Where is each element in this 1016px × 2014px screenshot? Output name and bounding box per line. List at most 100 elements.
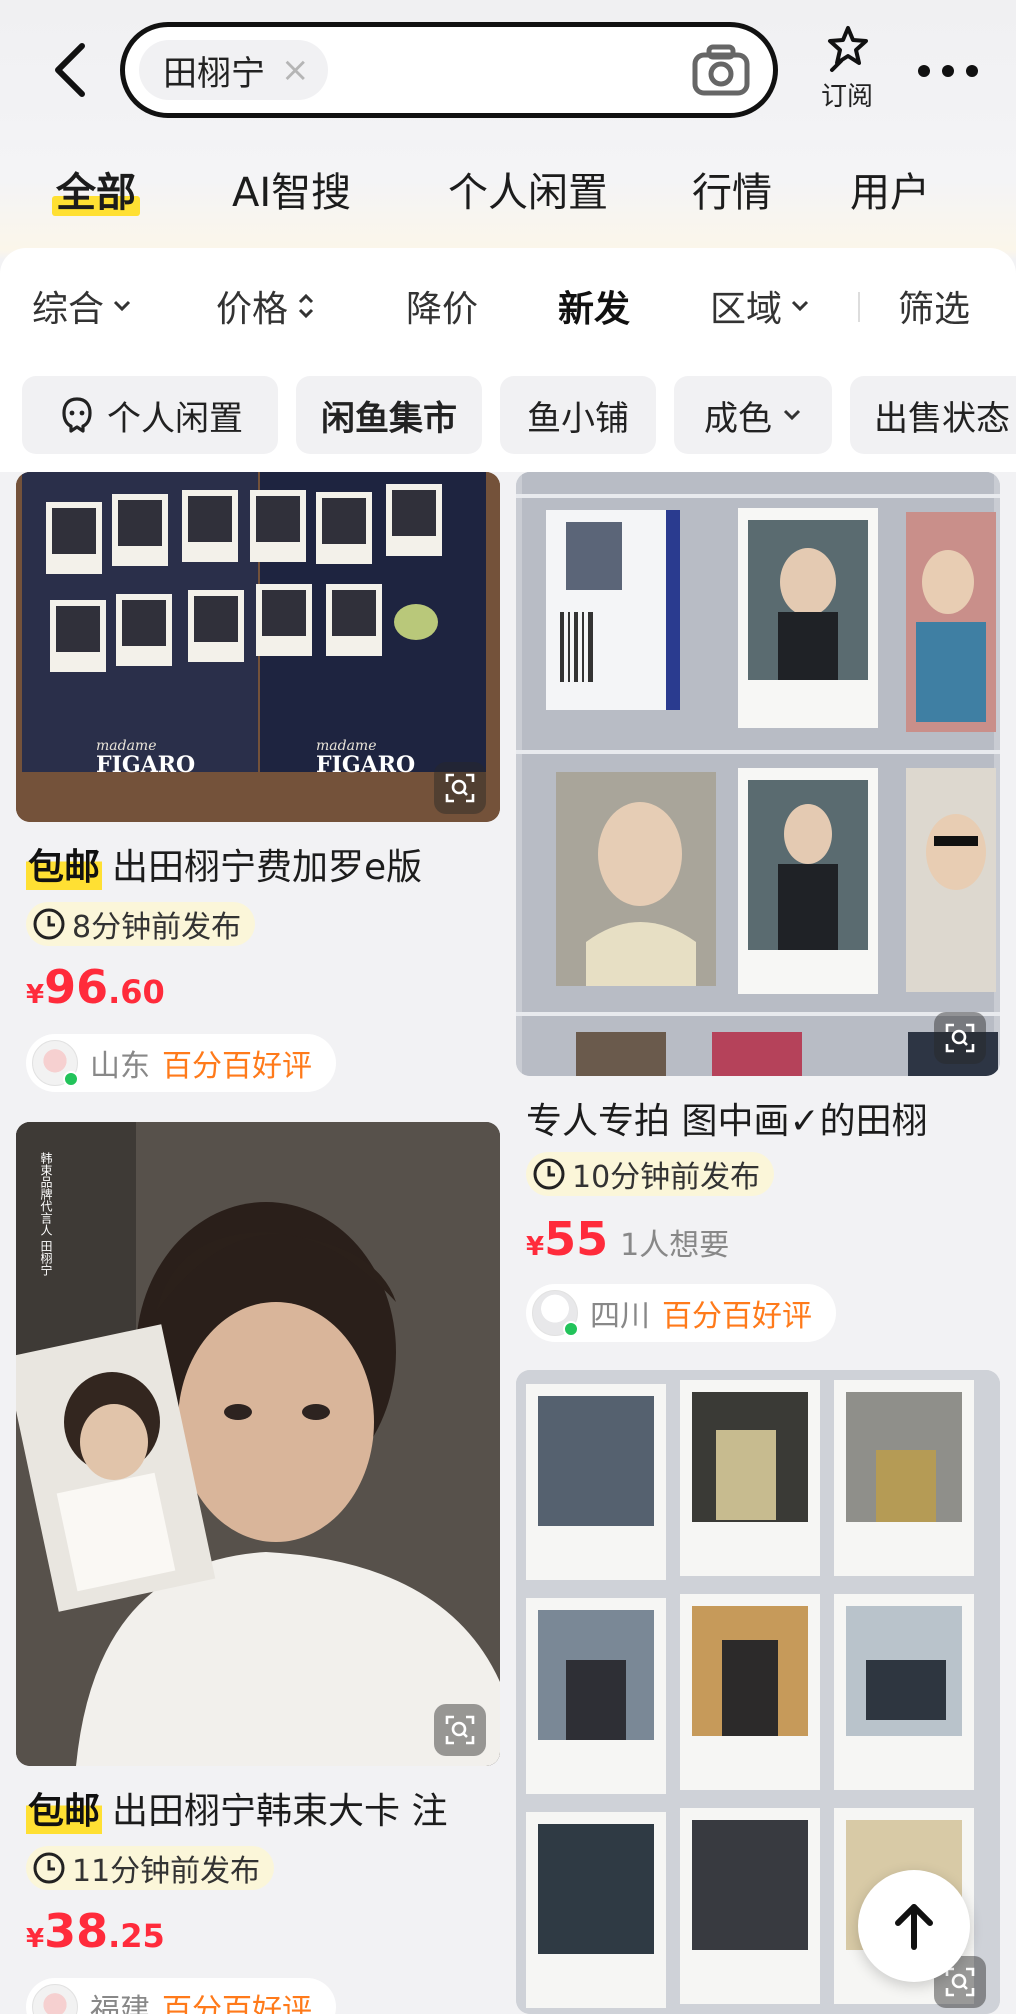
product-price: ¥ 96 .60 xyxy=(26,960,165,1014)
poster-text: 韩束品牌代言人 田栩宁 xyxy=(39,1151,53,1276)
publish-time-tag: 10分钟前发布 xyxy=(526,1152,775,1196)
more-options-button[interactable] xyxy=(918,56,978,86)
divider xyxy=(858,292,860,322)
tab-personal-idle[interactable]: 个人闲置 xyxy=(448,160,608,218)
more-dot xyxy=(966,65,978,77)
price-currency: ¥ xyxy=(26,980,45,1010)
chip-sale-status[interactable]: 出售状态 xyxy=(850,376,1016,454)
chip-personal-idle[interactable]: 个人闲置 xyxy=(22,376,278,454)
sort-comprehensive[interactable]: 综合 xyxy=(32,276,132,336)
seller-info[interactable]: 山东 百分百好评 xyxy=(26,1034,336,1092)
chevron-down-icon xyxy=(113,300,131,312)
image-search-icon[interactable] xyxy=(434,762,486,814)
product-photo: madame FIGARO madame FIGARO xyxy=(16,472,500,822)
sort-comprehensive-label: 综合 xyxy=(32,289,105,330)
arrow-up-icon xyxy=(895,1904,933,1950)
seller-rating: 百分百好评 xyxy=(662,1299,812,1334)
chip-condition[interactable]: 成色 xyxy=(674,376,832,454)
more-dot xyxy=(942,65,954,77)
clock-icon xyxy=(533,1158,565,1190)
category-tabs: 全部 AI智搜 个人闲置 行情 用户 xyxy=(0,150,1016,230)
chip-condition-label: 成色 xyxy=(704,398,772,439)
chevron-left-icon xyxy=(55,43,85,97)
top-bar: 田栩宁 × 订阅 xyxy=(0,0,1016,140)
filter-button[interactable]: 筛选 xyxy=(898,276,970,336)
seller-info[interactable]: 福建 百分百好评 xyxy=(26,1978,336,2014)
publish-time-text: 8分钟前发布 xyxy=(72,910,242,945)
seller-region: 福建 xyxy=(90,1993,150,2014)
product-title: 包邮 出田栩宁韩束大卡 注 xyxy=(26,1782,496,1834)
pin-star-icon xyxy=(828,26,868,72)
search-query-chip[interactable]: 田栩宁 × xyxy=(139,40,328,100)
price-currency: ¥ xyxy=(26,1924,45,1954)
clear-query-icon[interactable]: × xyxy=(281,53,310,87)
tab-market-trend[interactable]: 行情 xyxy=(692,160,772,218)
sort-region-label: 区域 xyxy=(710,289,783,330)
chevron-down-icon xyxy=(791,300,809,312)
publish-time-text: 11分钟前发布 xyxy=(72,1854,261,1889)
search-input[interactable]: 田栩宁 × xyxy=(120,22,778,118)
quick-filter-chips: 个人闲置 闲鱼集市 鱼小铺 成色 出售状态 xyxy=(0,376,1016,456)
sort-price-drop-label: 降价 xyxy=(406,289,479,330)
chevron-down-icon xyxy=(783,409,801,421)
product-image[interactable] xyxy=(516,472,1000,1076)
sort-price[interactable]: 价格 xyxy=(216,276,316,336)
sort-newest-label: 新发 xyxy=(558,289,631,330)
sort-price-drop[interactable]: 降价 xyxy=(406,276,478,336)
tab-users[interactable]: 用户 xyxy=(850,160,930,218)
publish-time-tag: 8分钟前发布 xyxy=(26,902,256,946)
product-feed: madame FIGARO madame FIGARO 包邮 出田栩宁费加罗e版… xyxy=(0,472,1016,2014)
sort-bar: 综合 价格 降价 新发 区域 筛选 xyxy=(0,276,1016,336)
chip-small-shop[interactable]: 鱼小铺 xyxy=(500,376,656,454)
product-price: ¥ 38 .25 xyxy=(26,1904,165,1958)
want-count: 1人想要 xyxy=(620,1228,730,1263)
price-currency: ¥ xyxy=(526,1232,545,1262)
camera-icon[interactable] xyxy=(691,43,751,99)
product-price: ¥ 55 1人想要 xyxy=(526,1212,729,1266)
avatar xyxy=(532,1290,579,1337)
clock-icon xyxy=(33,908,65,940)
seller-info[interactable]: 四川 百分百好评 xyxy=(526,1284,836,1342)
tab-all[interactable]: 全部 xyxy=(52,160,140,218)
product-photo: 韩束品牌代言人 田栩宁 xyxy=(16,1122,500,1766)
free-shipping-badge: 包邮 xyxy=(26,1782,103,1834)
back-button[interactable] xyxy=(40,40,100,100)
filter-label: 筛选 xyxy=(898,289,971,330)
magazine-title: FIGARO xyxy=(316,752,415,778)
seller-region: 四川 xyxy=(590,1299,650,1334)
sort-price-label: 价格 xyxy=(216,289,289,330)
subscribe-button[interactable]: 订阅 xyxy=(812,24,882,124)
product-card[interactable]: madame FIGARO madame FIGARO 包邮 出田栩宁费加罗e版… xyxy=(16,472,500,1112)
seller-rating: 百分百好评 xyxy=(162,1993,312,2014)
publish-time-tag: 11分钟前发布 xyxy=(26,1846,275,1890)
product-image[interactable]: madame FIGARO madame FIGARO xyxy=(16,472,500,822)
product-card[interactable]: 韩束品牌代言人 田栩宁 包邮 出田栩宁韩束大卡 注 11分钟前发布 ¥ 38 .… xyxy=(16,1122,500,2014)
product-card[interactable]: 专人专拍 图中画✓的田栩 10分钟前发布 ¥ 55 1人想要 四川 百分百好评 xyxy=(516,472,1000,1352)
chip-xianyu-market[interactable]: 闲鱼集市 xyxy=(296,376,482,454)
scroll-to-top-button[interactable] xyxy=(858,1870,970,1982)
sort-region[interactable]: 区域 xyxy=(710,276,810,336)
magazine-title: FIGARO xyxy=(96,752,195,778)
image-search-icon[interactable] xyxy=(934,1012,986,1064)
product-photo xyxy=(516,472,1000,1076)
product-image[interactable]: 韩束品牌代言人 田栩宁 xyxy=(16,1122,500,1766)
seller-rating: 百分百好评 xyxy=(162,1049,312,1084)
seller-region: 山东 xyxy=(90,1049,150,1084)
image-search-icon[interactable] xyxy=(434,1704,486,1756)
free-shipping-badge: 包邮 xyxy=(26,838,103,890)
sort-updown-icon xyxy=(298,293,314,319)
avatar xyxy=(32,1040,79,1087)
product-title-text: 专人专拍 图中画✓的田栩 xyxy=(526,1101,928,1142)
avatar xyxy=(32,1984,78,2014)
price-integer: 38 xyxy=(44,1904,109,1958)
search-query-text: 田栩宁 xyxy=(163,53,265,94)
person-icon xyxy=(62,397,92,433)
price-integer: 96 xyxy=(44,960,109,1014)
price-decimal: .60 xyxy=(108,973,165,1011)
product-title-text: 出田栩宁韩束大卡 注 xyxy=(112,1791,448,1832)
tab-ai-search[interactable]: AI智搜 xyxy=(232,160,351,218)
chip-xianyu-market-label: 闲鱼集市 xyxy=(321,398,457,439)
sort-newest[interactable]: 新发 xyxy=(558,276,630,336)
online-indicator xyxy=(563,1321,579,1337)
product-title-text: 出田栩宁费加罗e版 xyxy=(112,847,423,888)
